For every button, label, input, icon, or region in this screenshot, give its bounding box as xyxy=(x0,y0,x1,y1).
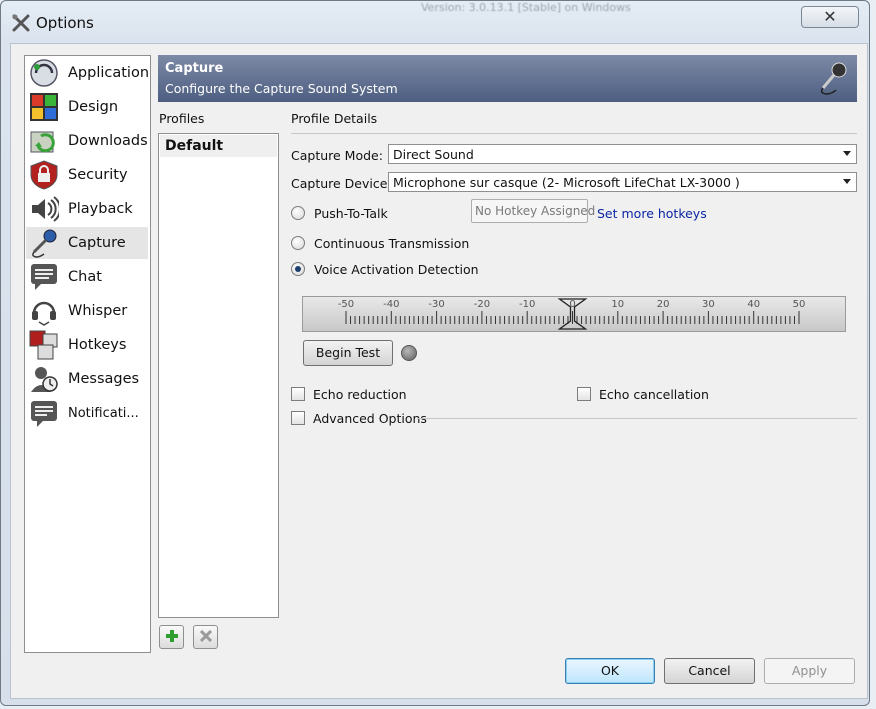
profile-item-default[interactable]: Default xyxy=(160,135,277,157)
slider-tick-label: -10 xyxy=(519,299,535,310)
push-to-talk-radio[interactable] xyxy=(291,206,305,220)
messages-icon xyxy=(29,364,59,394)
title-bar: Options ✕ xyxy=(1,1,869,41)
sidebar-item-notifications[interactable]: Notificati... xyxy=(26,397,148,429)
section-subtitle: Configure the Capture Sound System xyxy=(165,81,398,96)
tools-icon xyxy=(11,13,31,33)
slider-tick-label: -30 xyxy=(428,299,444,310)
sidebar-item-label: Chat xyxy=(68,269,102,285)
echo-reduction-checkbox[interactable] xyxy=(291,387,305,401)
section-title: Capture xyxy=(165,61,224,76)
begin-test-button[interactable]: Begin Test xyxy=(303,340,393,366)
profile-details-heading: Profile Details xyxy=(291,111,378,126)
window-title: Options xyxy=(36,14,94,32)
headset-icon xyxy=(29,296,59,326)
advanced-options-checkbox[interactable] xyxy=(291,411,305,425)
sidebar-item-label: Notificati... xyxy=(68,405,139,421)
sidebar-item-hotkeys[interactable]: Hotkeys xyxy=(26,329,148,361)
padlock-icon xyxy=(29,160,59,190)
section-header: Capture Configure the Capture Sound Syst… xyxy=(158,55,857,102)
sidebar-item-label: Capture xyxy=(68,235,126,251)
sidebar-item-label: Application xyxy=(68,65,150,81)
sidebar-item-chat[interactable]: Chat xyxy=(26,261,148,293)
sidebar-item-messages[interactable]: Messages xyxy=(26,363,148,395)
x-icon xyxy=(199,629,212,645)
sidebar-item-label: Hotkeys xyxy=(68,337,127,353)
slider-tick-label: 30 xyxy=(702,299,715,310)
microphone-icon xyxy=(29,228,59,258)
chevron-down-icon xyxy=(843,179,851,184)
sidebar-item-capture[interactable]: Capture xyxy=(26,227,148,259)
voice-activation-radio[interactable] xyxy=(291,262,305,276)
slider-tick-label: 10 xyxy=(611,299,624,310)
slider-tick-label: 20 xyxy=(657,299,670,310)
vad-level-slider[interactable]: -50 -40 -30 -20 -10 0 10 20 30 40 50 xyxy=(302,296,846,332)
voice-activation-label: Voice Activation Detection xyxy=(314,262,479,277)
slider-scale: -50 -40 -30 -20 -10 0 10 20 30 40 50 xyxy=(338,298,806,330)
sidebar-item-playback[interactable]: Playback xyxy=(26,193,148,225)
capture-mode-value: Direct Sound xyxy=(393,147,474,162)
options-window: Version: 3.0.13.1 [Stable] on Windows Op… xyxy=(0,0,870,706)
continuous-transmission-label: Continuous Transmission xyxy=(314,236,470,251)
profiles-list: Default xyxy=(158,133,279,618)
capture-mode-label: Capture Mode: xyxy=(291,148,383,163)
close-button[interactable]: ✕ xyxy=(801,6,859,28)
test-status-led xyxy=(401,345,417,361)
speaker-icon xyxy=(29,194,59,224)
sidebar-item-label: Playback xyxy=(68,201,133,217)
hotkey-button[interactable]: No Hotkey Assigned xyxy=(471,199,595,223)
echo-cancellation-label: Echo cancellation xyxy=(599,387,709,402)
slider-tick-label: -50 xyxy=(338,299,354,310)
sidebar-item-downloads[interactable]: Downloads xyxy=(26,125,148,157)
sidebar-item-whisper[interactable]: Whisper xyxy=(26,295,148,327)
sidebar-item-application[interactable]: Application xyxy=(26,57,150,89)
slider-tick-label: -20 xyxy=(474,299,490,310)
remove-profile-button[interactable] xyxy=(193,625,218,649)
chevron-down-icon xyxy=(843,151,851,156)
continuous-transmission-radio[interactable] xyxy=(291,236,305,250)
advanced-divider xyxy=(417,418,857,419)
capture-device-select[interactable]: Microphone sur casque (2- Microsoft Life… xyxy=(388,172,857,192)
chat-icon xyxy=(29,262,59,292)
apply-button[interactable]: Apply xyxy=(764,658,855,684)
downloads-icon xyxy=(29,126,59,156)
push-to-talk-label: Push-To-Talk xyxy=(314,206,388,221)
slider-tick-label: -40 xyxy=(383,299,399,310)
teamspeak-icon xyxy=(29,58,59,88)
profiles-heading: Profiles xyxy=(159,111,205,126)
slider-tick-label: 50 xyxy=(793,299,806,310)
sidebar-item-design[interactable]: Design xyxy=(26,91,148,123)
add-profile-button[interactable] xyxy=(159,625,184,649)
cancel-button[interactable]: Cancel xyxy=(664,658,755,684)
ok-button[interactable]: OK xyxy=(565,658,655,684)
sidebar-item-label: Whisper xyxy=(68,303,128,319)
advanced-options-label: Advanced Options xyxy=(313,411,427,426)
divider xyxy=(291,133,857,134)
echo-reduction-label: Echo reduction xyxy=(313,387,407,402)
capture-device-label: Capture Device: xyxy=(291,176,392,191)
slider-tick-label: 40 xyxy=(747,299,760,310)
sidebar-item-label: Design xyxy=(68,99,119,115)
category-sidebar: Application Design Downloads Security Pl… xyxy=(24,55,151,653)
hotkeys-icon xyxy=(29,330,59,360)
dialog-client: Application Design Downloads Security Pl… xyxy=(10,43,868,699)
microphone-icon xyxy=(817,61,849,97)
palette-icon xyxy=(29,92,59,122)
sidebar-item-label: Messages xyxy=(68,371,140,387)
echo-cancellation-checkbox[interactable] xyxy=(577,387,591,401)
plus-icon xyxy=(165,629,179,646)
sidebar-item-label: Security xyxy=(68,167,128,183)
notifications-icon xyxy=(29,398,59,428)
set-more-hotkeys-link[interactable]: Set more hotkeys xyxy=(597,206,707,221)
capture-device-value: Microphone sur casque (2- Microsoft Life… xyxy=(393,175,740,190)
sidebar-item-security[interactable]: Security xyxy=(26,159,148,191)
capture-mode-select[interactable]: Direct Sound xyxy=(388,144,857,164)
sidebar-item-label: Downloads xyxy=(68,133,148,149)
